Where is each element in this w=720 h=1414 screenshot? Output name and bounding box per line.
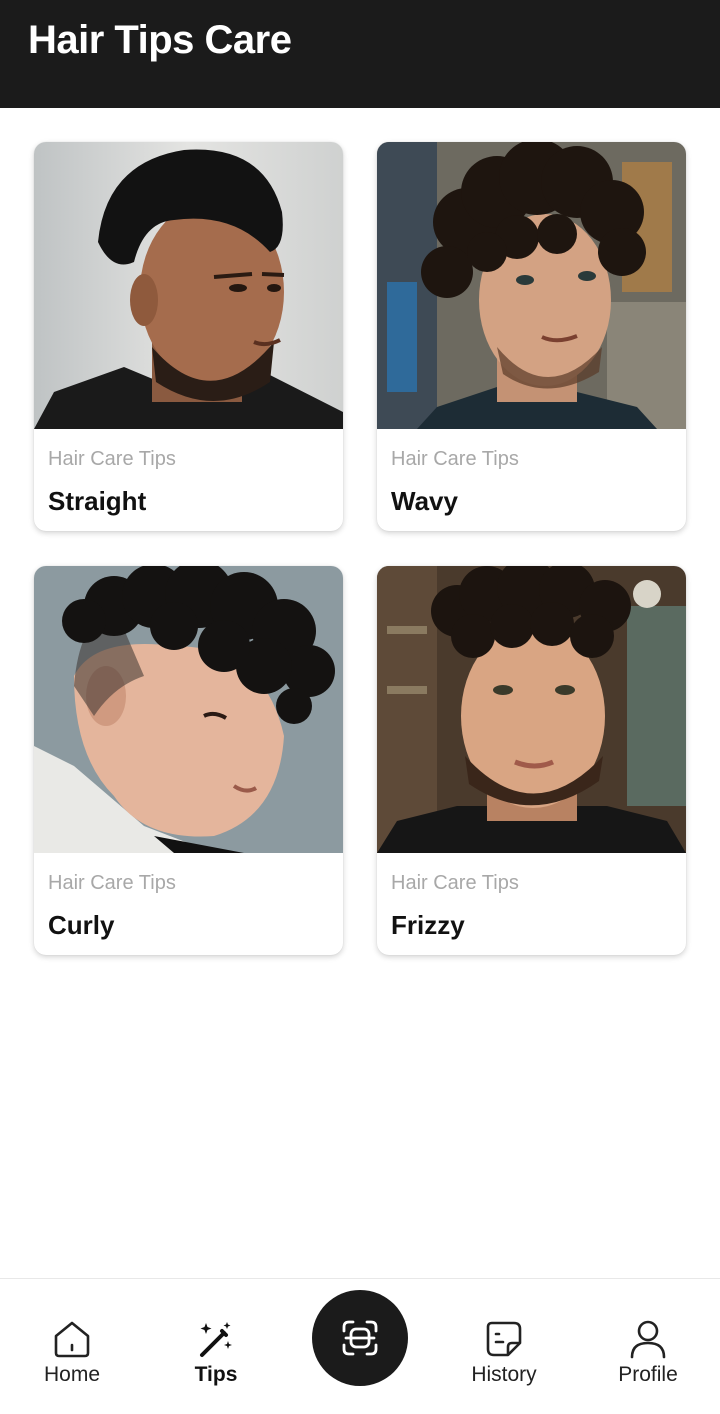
home-icon: [54, 1321, 90, 1358]
page-title: Hair Tips Care: [28, 18, 292, 62]
card-subtitle: Hair Care Tips: [48, 448, 176, 470]
bottom-navigation: Home Tips History Profile: [0, 1278, 720, 1414]
hair-type-card-curly[interactable]: Hair Care Tips Curly: [34, 566, 343, 955]
card-title: Wavy: [391, 486, 458, 516]
nav-label-history: History: [471, 1363, 537, 1386]
scan-face-button[interactable]: [312, 1290, 408, 1386]
card-title: Straight: [48, 486, 147, 516]
nav-label-home: Home: [43, 1363, 101, 1386]
hair-type-grid: Hair Care Tips Straight Hair Care Tips W…: [34, 142, 686, 955]
nav-item-history[interactable]: History: [432, 1279, 576, 1414]
card-subtitle: Hair Care Tips: [48, 872, 176, 894]
document-icon: [486, 1321, 522, 1357]
nav-item-tips[interactable]: Tips: [144, 1279, 288, 1414]
user-icon: [630, 1320, 666, 1359]
hair-type-card-wavy[interactable]: Hair Care Tips Wavy: [377, 142, 686, 531]
hair-type-card-straight[interactable]: Hair Care Tips Straight: [34, 142, 343, 531]
nav-item-home[interactable]: Home: [0, 1279, 144, 1414]
frizzy-hair-photo: [377, 566, 686, 853]
nav-item-profile[interactable]: Profile: [576, 1279, 720, 1414]
curly-hair-photo: [34, 566, 343, 853]
card-subtitle: Hair Care Tips: [391, 448, 519, 470]
nav-label-profile: Profile: [618, 1363, 678, 1386]
nav-label-tips: Tips: [194, 1363, 238, 1386]
scan-face-icon: [342, 1320, 378, 1356]
hair-type-card-frizzy[interactable]: Hair Care Tips Frizzy: [377, 566, 686, 955]
app-header: Hair Tips Care: [0, 0, 720, 108]
card-title: Curly: [48, 910, 115, 940]
card-title: Frizzy: [391, 910, 465, 940]
wavy-hair-photo: [377, 142, 686, 429]
card-subtitle: Hair Care Tips: [391, 872, 519, 894]
magic-wand-icon: [200, 1322, 232, 1357]
straight-hair-photo: [34, 142, 343, 429]
